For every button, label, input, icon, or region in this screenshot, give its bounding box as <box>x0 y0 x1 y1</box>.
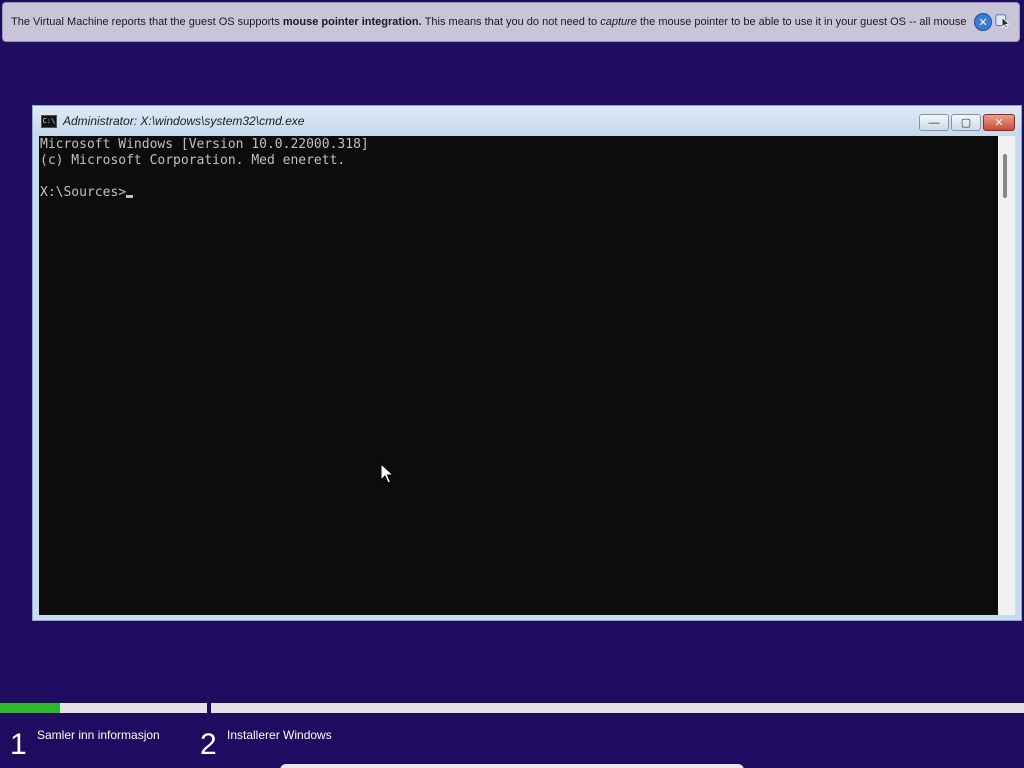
cmd-titlebar[interactable]: C:\ Administrator: X:\windows\system32\c… <box>33 106 1021 136</box>
step-number: 2 <box>200 728 217 761</box>
progress-segment-1 <box>0 703 207 713</box>
bottom-panel-edge <box>280 764 744 768</box>
console-output[interactable]: Microsoft Windows [Version 10.0.22000.31… <box>39 136 999 615</box>
notification-actions: ✕ <box>974 13 1011 31</box>
setup-progress-bar <box>0 703 1024 713</box>
close-button[interactable]: ✕ <box>983 114 1015 131</box>
minimize-icon: — <box>928 116 940 129</box>
step-label: Installerer Windows <box>227 728 332 742</box>
mouse-integration-icon[interactable] <box>995 13 1011 29</box>
console-prompt: X:\Sources> <box>40 185 127 200</box>
window-controls: — ▢ ✕ <box>919 114 1015 131</box>
console-line-version: Microsoft Windows [Version 10.0.22000.31… <box>40 137 369 152</box>
progress-segment-2 <box>211 703 1024 713</box>
close-window-icon: ✕ <box>994 117 1004 129</box>
vertical-scrollbar[interactable] <box>998 136 1015 615</box>
notification-text-bold: mouse pointer integration. <box>282 16 422 28</box>
cmd-window[interactable]: C:\ Administrator: X:\windows\system32\c… <box>32 105 1022 621</box>
step-number: 1 <box>10 728 27 761</box>
notification-text-3: the mouse pointer to be able to use it i… <box>639 16 967 28</box>
text-cursor <box>126 195 134 198</box>
maximize-icon: ▢ <box>960 117 972 129</box>
window-title: Administrator: X:\windows\system32\cmd.e… <box>63 114 305 128</box>
progress-fill <box>0 703 61 713</box>
desktop-background: The Virtual Machine reports that the gue… <box>0 0 1024 768</box>
console-line-copyright: (c) Microsoft Corporation. Med enerett. <box>40 153 346 168</box>
mouse-integration-notification: The Virtual Machine reports that the gue… <box>2 2 1020 42</box>
close-icon[interactable]: ✕ <box>974 13 992 31</box>
cmd-app-icon[interactable]: C:\ <box>41 114 57 128</box>
notification-text-1: The Virtual Machine reports that the gue… <box>11 16 280 28</box>
minimize-button[interactable]: — <box>919 114 949 131</box>
scrollbar-thumb[interactable] <box>1003 154 1007 198</box>
maximize-button[interactable]: ▢ <box>951 114 981 131</box>
notification-text-2: This means that you do not need to <box>424 16 598 28</box>
console-prompt-line[interactable]: X:\Sources> <box>40 185 999 201</box>
mouse-pointer-icon <box>380 463 394 484</box>
step-label: Samler inn informasjon <box>37 728 160 742</box>
notification-text-italic: capture <box>600 16 637 28</box>
